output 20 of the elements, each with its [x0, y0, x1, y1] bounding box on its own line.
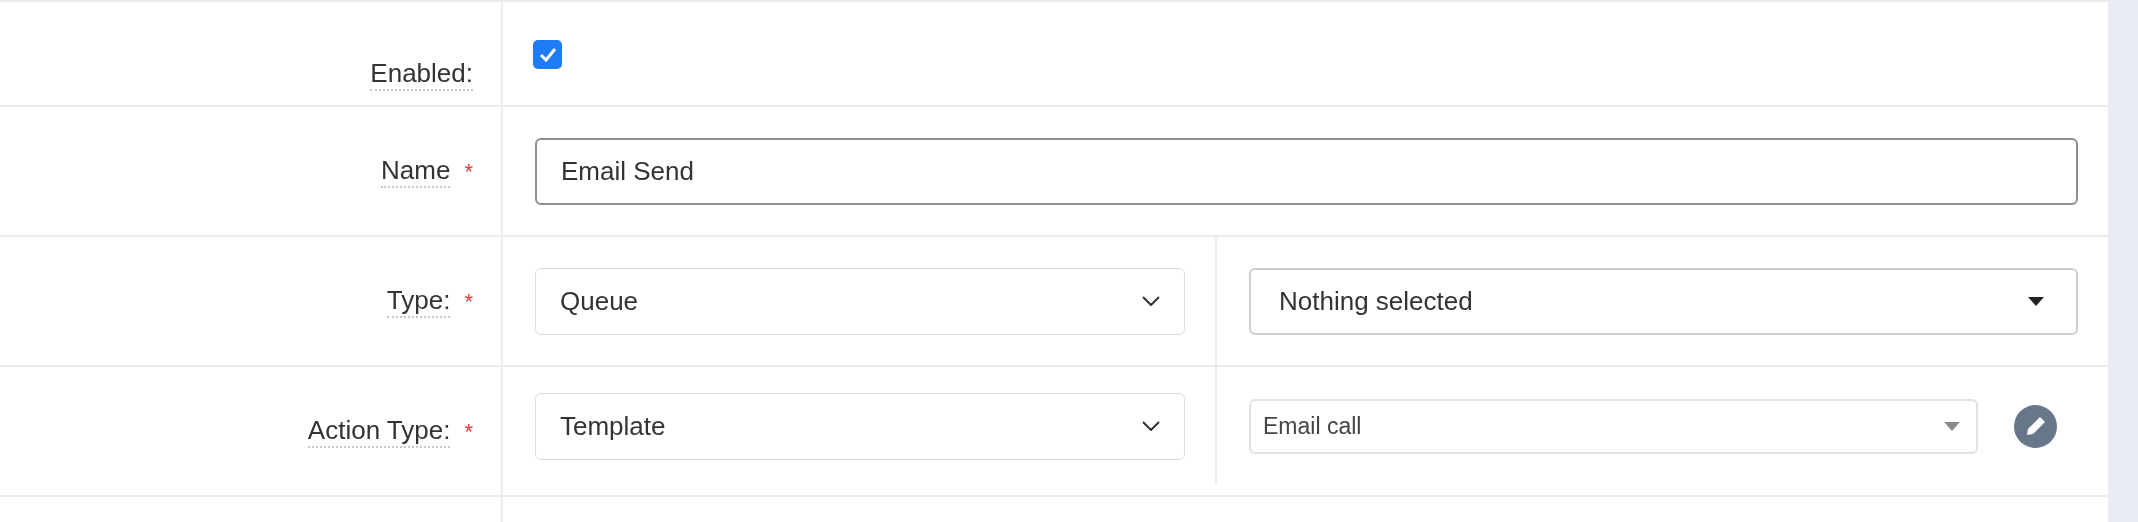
check-icon	[538, 47, 557, 62]
field-label: Name	[381, 153, 451, 189]
chevron-down-icon	[1142, 421, 1160, 431]
caret-icon	[2028, 296, 2044, 306]
required-mark: *	[464, 287, 473, 316]
name-input-field[interactable]: Email Send	[535, 137, 2078, 205]
select-field[interactable]: Template	[535, 392, 1185, 460]
select-field[interactable]: Queue	[535, 267, 1185, 335]
field-label: Enabled:	[370, 56, 473, 91]
checkbox[interactable]	[533, 40, 562, 69]
dropdown-picker[interactable]: Nothing selected	[1249, 267, 2078, 335]
field-label: Type:	[386, 283, 451, 319]
dropdown-picker[interactable]: Email call	[1249, 398, 1978, 454]
required-mark: *	[464, 417, 473, 446]
pencil-icon	[2024, 415, 2047, 437]
edit-button[interactable]	[2014, 404, 2057, 448]
chevron-down-icon	[1142, 296, 1160, 306]
required-mark: *	[464, 157, 473, 186]
caret-icon	[1944, 421, 1960, 431]
field-label: Action Type:	[307, 413, 451, 449]
